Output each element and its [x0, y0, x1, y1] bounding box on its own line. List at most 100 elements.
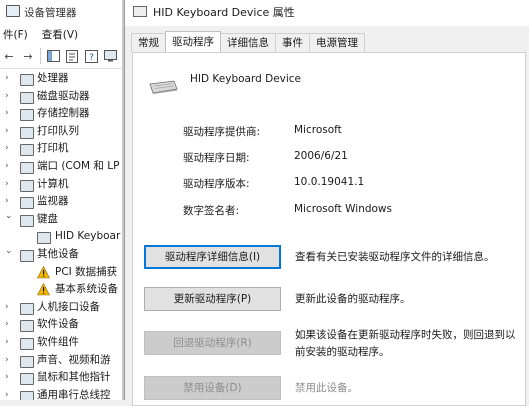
- tab-power-management[interactable]: 电源管理: [309, 33, 365, 52]
- menu-file[interactable]: 件(F): [3, 29, 28, 41]
- tree-item[interactable]: PCI 数据捕获: [0, 264, 124, 282]
- software-icon: [20, 337, 34, 350]
- help-icon[interactable]: ?: [84, 49, 98, 63]
- digital-signer-label: 数字签名者:: [183, 205, 240, 217]
- monitor-icon: [20, 197, 34, 210]
- device-manager-titlebar: 设备管理器: [0, 0, 124, 26]
- tree-item-label: 声音、视频和游: [37, 353, 111, 366]
- tree-item[interactable]: › 通用串行总线控: [0, 387, 124, 400]
- device-name: HID Keyboard Device: [190, 73, 302, 85]
- properties-icon[interactable]: [65, 49, 79, 63]
- tree-item[interactable]: › 软件组件: [0, 334, 124, 352]
- tree-item-label: 基本系统设备: [55, 283, 118, 296]
- tree-item[interactable]: › 打印机: [0, 140, 124, 158]
- tree-item[interactable]: › 鼠标和其他指针: [0, 369, 124, 387]
- tab-strip: 常规 驱动程序 详细信息 事件 电源管理: [131, 31, 365, 53]
- chevron-right-icon[interactable]: ›: [5, 158, 9, 176]
- tree-item-label: 键盘: [37, 212, 58, 225]
- tree-item-label: 通用串行总线控: [37, 388, 111, 400]
- tree-item[interactable]: ⌄ 其他设备: [0, 246, 124, 264]
- device-manager-menubar: 件(F) 查看(V): [0, 26, 124, 44]
- tree-item-label: 打印机: [37, 142, 69, 155]
- tree-item-label: 鼠标和其他指针: [37, 371, 111, 384]
- driver-details-button[interactable]: 驱动程序详细信息(I): [144, 245, 281, 269]
- tree-item[interactable]: › 处理器: [0, 70, 124, 88]
- chevron-right-icon[interactable]: ›: [5, 334, 9, 352]
- update-driver-button[interactable]: 更新驱动程序(P): [144, 287, 281, 311]
- tree-item[interactable]: ⌄ 键盘: [0, 211, 124, 229]
- dialog-title: HID Keyboard Device 属性: [153, 6, 295, 19]
- tab-details[interactable]: 详细信息: [220, 33, 276, 52]
- printer-icon: [20, 126, 34, 139]
- chevron-right-icon[interactable]: ›: [5, 387, 9, 400]
- tree-item[interactable]: › 打印队列: [0, 123, 124, 141]
- storage-icon: [20, 109, 34, 122]
- keyboard-icon: [133, 6, 147, 17]
- tree-item[interactable]: › 监视器: [0, 193, 124, 211]
- tree-item-label: 磁盘驱动器: [37, 89, 90, 102]
- dialog-titlebar: HID Keyboard Device 属性: [125, 0, 529, 26]
- computer-icon: [20, 179, 34, 192]
- chevron-right-icon[interactable]: ›: [5, 70, 9, 88]
- chevron-right-icon[interactable]: ›: [5, 316, 9, 334]
- chevron-right-icon[interactable]: ›: [5, 88, 9, 106]
- driver-tab-panel: HID Keyboard Device 驱动程序提供商: Microsoft 驱…: [132, 52, 526, 406]
- driver-provider-label: 驱动程序提供商:: [183, 126, 261, 138]
- other-device-icon: [20, 249, 34, 262]
- chevron-right-icon[interactable]: ›: [5, 176, 9, 194]
- tree-item[interactable]: › 磁盘驱动器: [0, 88, 124, 106]
- tree-item[interactable]: › 存储控制器: [0, 105, 124, 123]
- driver-version-value: 10.0.19041.1: [294, 176, 365, 188]
- chevron-right-icon[interactable]: ›: [5, 299, 9, 317]
- driver-details-description: 查看有关已安装驱动程序文件的详细信息。: [295, 251, 495, 263]
- tree-item[interactable]: 基本系统设备: [0, 281, 124, 299]
- tab-driver[interactable]: 驱动程序: [165, 31, 221, 52]
- roll-back-driver-button[interactable]: 回退驱动程序(R): [144, 331, 281, 355]
- tab-events[interactable]: 事件: [275, 33, 310, 52]
- disable-device-description: 禁用此设备。: [295, 382, 358, 394]
- tree-item[interactable]: › 端口 (COM 和 LP: [0, 158, 124, 176]
- svg-text:?: ?: [89, 53, 94, 63]
- tree-item-label: PCI 数据捕获: [55, 265, 118, 278]
- keyboard-icon: [37, 232, 51, 245]
- chevron-right-icon[interactable]: ›: [5, 105, 9, 123]
- tree-item[interactable]: › 人机接口设备: [0, 299, 124, 317]
- driver-provider-value: Microsoft: [294, 124, 342, 136]
- tree-item-label: HID Keyboar: [55, 230, 121, 243]
- tab-general[interactable]: 常规: [131, 33, 166, 52]
- chevron-right-icon[interactable]: ›: [5, 123, 9, 141]
- cpu-icon: [20, 74, 34, 86]
- device-manager-toolbar: ← → ?: [0, 44, 124, 69]
- show-hide-tree-icon[interactable]: [46, 49, 60, 63]
- printer-icon: [20, 144, 34, 157]
- driver-date-label: 驱动程序日期:: [183, 152, 250, 164]
- usb-icon: [20, 390, 34, 400]
- device-tree: › 处理器 › 磁盘驱动器 › 存储控制器 › 打印队列 › 打印机 › 端口 (COM 和 LP › 计…: [0, 70, 124, 400]
- device-manager-window: 设备管理器 件(F) 查看(V) ← → ? › 处理器 › 磁盘驱动器 › 存储控制器 › 打…: [0, 0, 124, 400]
- scan-hardware-icon[interactable]: [103, 49, 117, 63]
- back-arrow-icon[interactable]: ←: [2, 49, 16, 63]
- device-manager-title: 设备管理器: [24, 7, 77, 19]
- update-driver-description: 更新此设备的驱动程序。: [295, 293, 411, 305]
- tree-item[interactable]: › 计算机: [0, 176, 124, 194]
- driver-date-value: 2006/6/21: [294, 150, 348, 162]
- tree-item[interactable]: › 软件设备: [0, 316, 124, 334]
- chevron-right-icon[interactable]: ›: [5, 369, 9, 387]
- chevron-down-icon[interactable]: ⌄: [5, 243, 13, 261]
- tree-item[interactable]: HID Keyboar: [0, 228, 124, 246]
- disable-device-button[interactable]: 禁用设备(D): [144, 376, 281, 400]
- roll-back-driver-description: 如果该设备在更新驱动程序时失败，则回退到以前安装的驱动程序。: [295, 329, 516, 358]
- menu-view[interactable]: 查看(V): [42, 29, 78, 41]
- keyboard-icon: [20, 214, 34, 227]
- tree-item-label: 监视器: [37, 195, 69, 208]
- warning-device-icon: [37, 282, 50, 296]
- mouse-icon: [20, 373, 34, 386]
- properties-dialog: HID Keyboard Device 属性 常规 驱动程序 详细信息 事件 电…: [124, 0, 529, 406]
- toolbar-divider: [40, 48, 41, 64]
- tree-item[interactable]: › 声音、视频和游: [0, 352, 124, 370]
- tree-item-label: 计算机: [37, 177, 69, 190]
- chevron-right-icon[interactable]: ›: [5, 352, 9, 370]
- chevron-right-icon[interactable]: ›: [5, 140, 9, 158]
- forward-arrow-icon[interactable]: →: [21, 49, 35, 63]
- chevron-down-icon[interactable]: ⌄: [5, 208, 13, 226]
